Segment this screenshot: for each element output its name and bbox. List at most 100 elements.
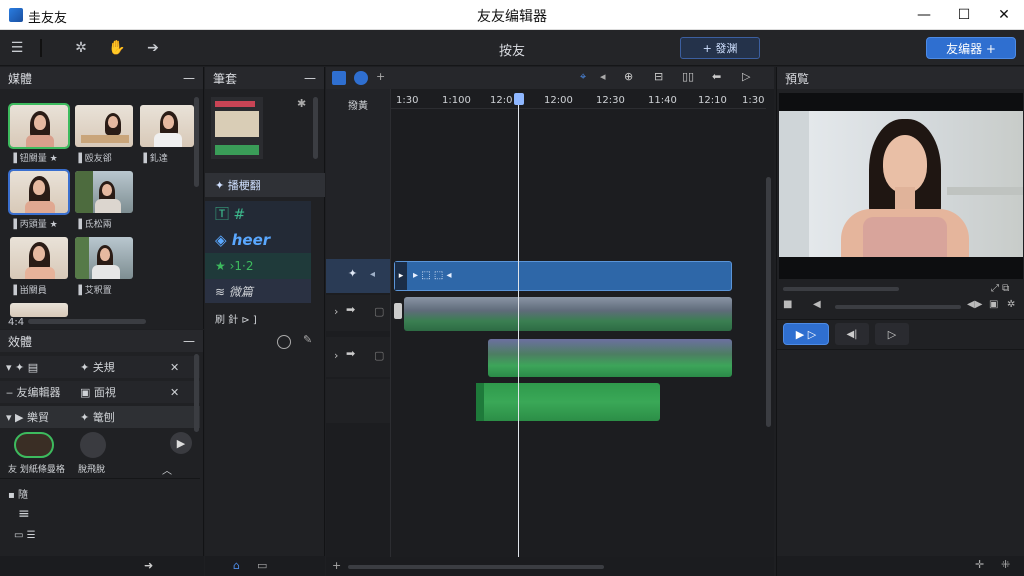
effect-row-label: ‒ 友编輯器 <box>6 386 61 399</box>
track-expand-icon[interactable]: › <box>334 305 338 318</box>
play-button[interactable]: ▶ ▷ <box>783 323 829 345</box>
skip-start-icon[interactable]: ■ <box>783 299 792 310</box>
media-thumb-3[interactable] <box>140 105 194 147</box>
library-section-header[interactable]: ✦ 播梗翻 <box>205 173 325 197</box>
audio-clip-handle[interactable] <box>394 303 402 319</box>
media-thumb-8[interactable] <box>10 303 68 317</box>
marker-icon[interactable]: ⌖ <box>580 70 586 84</box>
effect-row[interactable]: ▾ ▶ 樂貿 ✦ 篭刨 <box>0 406 200 428</box>
star-icon[interactable]: ✱ <box>297 97 306 110</box>
step-back-icon[interactable]: ◀ <box>813 299 821 310</box>
close-icon[interactable]: ✕ <box>170 361 179 374</box>
circle-tool-icon[interactable] <box>277 335 291 349</box>
video-track-header[interactable]: ✦ ◂ <box>326 259 390 293</box>
split-view-icon[interactable]: ◀▶ <box>967 299 982 310</box>
media-caption: ▐ 艾釈置 <box>75 286 112 296</box>
media-thumb-7[interactable] <box>75 237 133 279</box>
home-icon[interactable]: ⌂ <box>233 559 240 572</box>
media-vertical-scrollbar[interactable] <box>194 97 199 187</box>
media-thumb-1[interactable] <box>8 103 70 149</box>
audio-track-header[interactable]: › ➡ ▢ <box>326 337 390 377</box>
media-thumb-2[interactable] <box>75 105 133 147</box>
audio-clip-2[interactable] <box>488 339 732 377</box>
audio-clip-1[interactable] <box>404 297 732 331</box>
snap-icon[interactable] <box>332 71 346 85</box>
panel-toggle-icon[interactable]: ▭ <box>257 559 267 572</box>
media-thumb-4[interactable] <box>8 169 70 215</box>
fit-icon[interactable]: ▷ <box>742 70 750 83</box>
audio-track-header[interactable] <box>326 379 390 423</box>
split-icon[interactable]: ⊕ <box>624 70 633 83</box>
zoom-icon[interactable]: + <box>332 559 341 572</box>
close-icon[interactable]: ✕ <box>170 386 179 399</box>
library-item[interactable]: ≋ 微篇 <box>205 279 311 303</box>
effects-footer-bar <box>0 556 204 576</box>
playhead-handle[interactable] <box>514 93 524 105</box>
preview-viewer[interactable] <box>779 93 1023 279</box>
edit-tool-icon[interactable]: ✎ <box>303 333 312 346</box>
export-button[interactable]: + 發渊 <box>680 37 760 59</box>
chevron-up-icon[interactable]: ︿ <box>162 462 172 477</box>
maximize-button[interactable]: ☐ <box>950 4 978 26</box>
collapse-icon[interactable]: — <box>183 71 195 85</box>
transition-thumb-2[interactable] <box>80 432 106 458</box>
timeline-toolbar: + ⌖ ◂ ⊕ ⊟ ▯▯ ⬅ ▷ <box>326 67 774 89</box>
media-thumb-6[interactable] <box>10 237 68 279</box>
play-icon[interactable]: ▶ <box>170 432 192 454</box>
audio-scrubber[interactable] <box>835 305 961 309</box>
prev-frame-button[interactable]: ◀| <box>835 323 869 345</box>
effect-row[interactable]: ‒ 友编輯器 ▣ 面視 ✕ <box>0 381 200 403</box>
clip-start-handle[interactable]: ▸ <box>395 262 407 290</box>
effect-row[interactable]: ▾ ✦ ▤ ✦ 关規 ✕ <box>0 356 200 378</box>
audio-track-icon: ➡ <box>346 303 356 316</box>
editor-button[interactable]: 友编器 + <box>926 37 1016 59</box>
effect-footer-item[interactable]: ▪ 隨 <box>8 486 28 501</box>
media-horizontal-scrollbar[interactable] <box>28 319 146 324</box>
library-preview[interactable] <box>211 97 263 159</box>
preview-progress[interactable] <box>783 287 899 291</box>
add-track-icon[interactable]: + <box>376 70 385 83</box>
timeline-vertical-scrollbar[interactable] <box>766 177 771 427</box>
effects-vertical-scrollbar[interactable] <box>194 354 199 432</box>
track-lock-icon[interactable]: ▢ <box>374 349 384 362</box>
library-item[interactable]: ★ ›1·2 <box>205 253 311 279</box>
clip-start-handle[interactable] <box>476 383 484 421</box>
track-mute-icon[interactable]: ◂ <box>370 269 375 280</box>
snapshot-icon[interactable]: ▣ <box>989 299 998 310</box>
transition-thumb-1[interactable] <box>14 432 54 458</box>
track-lock-icon[interactable]: ▢ <box>374 305 384 318</box>
effect-footer-item[interactable]: ▭ ☰ <box>14 530 36 541</box>
settings-gear-icon[interactable]: ✲ <box>1007 299 1015 310</box>
media-caption: ▐ 釓達 <box>140 154 168 164</box>
video-clip[interactable]: ▸ ▸ ⬚ ⬚ ◂ <box>394 261 732 291</box>
minimize-button[interactable]: — <box>910 4 938 26</box>
magnet-icon[interactable] <box>354 71 368 85</box>
track-expand-icon[interactable]: › <box>334 349 338 362</box>
crosshair-icon[interactable]: ✛ <box>975 558 984 571</box>
ripple-icon[interactable]: ▯▯ <box>682 70 694 83</box>
ruler-tick: 12:0 <box>490 95 513 106</box>
audio-clip-3[interactable] <box>476 383 660 421</box>
audio-track-header[interactable]: › ➡ ▢ <box>326 295 390 331</box>
media-caption: ▐ 畄關員 <box>10 286 47 296</box>
library-panel: 筆套 — ✱ ✦ 播梗翻 🅃 # ◈ heer ★ ›1·2 ≋ 微篇 刷 針 ⊳… <box>205 67 325 576</box>
preview-panel-title: 預覧 <box>785 71 810 86</box>
effect-footer-item[interactable]: ≡ <box>18 506 30 522</box>
timeline-panel: + ⌖ ◂ ⊕ ⊟ ▯▯ ⬅ ▷ 撥黃 1:30 1:100 12:0 12:0… <box>326 67 774 576</box>
fullscreen-icon[interactable]: ⤢ ⧉ <box>991 283 1009 294</box>
arrow-left-icon[interactable]: ⬅ <box>712 70 721 83</box>
library-item[interactable]: ◈ heer <box>205 227 311 253</box>
media-thumb-5[interactable] <box>75 171 133 213</box>
track-header-empty <box>326 89 390 259</box>
next-frame-button[interactable]: ▷ <box>875 323 909 345</box>
collapse-icon[interactable]: — <box>183 334 195 348</box>
timeline-horizontal-scrollbar[interactable] <box>348 565 604 569</box>
close-button[interactable]: ✕ <box>990 4 1018 26</box>
lock-icon[interactable]: ⊟ <box>654 70 663 83</box>
back-icon[interactable]: ◂ <box>600 70 606 83</box>
arrow-right-icon[interactable]: ➜ <box>144 559 153 572</box>
library-item[interactable]: 🅃 # <box>205 201 311 227</box>
collapse-icon[interactable]: — <box>304 71 316 85</box>
library-scrollbar[interactable] <box>313 97 318 159</box>
grid-icon[interactable]: ⁜ <box>1001 558 1010 571</box>
